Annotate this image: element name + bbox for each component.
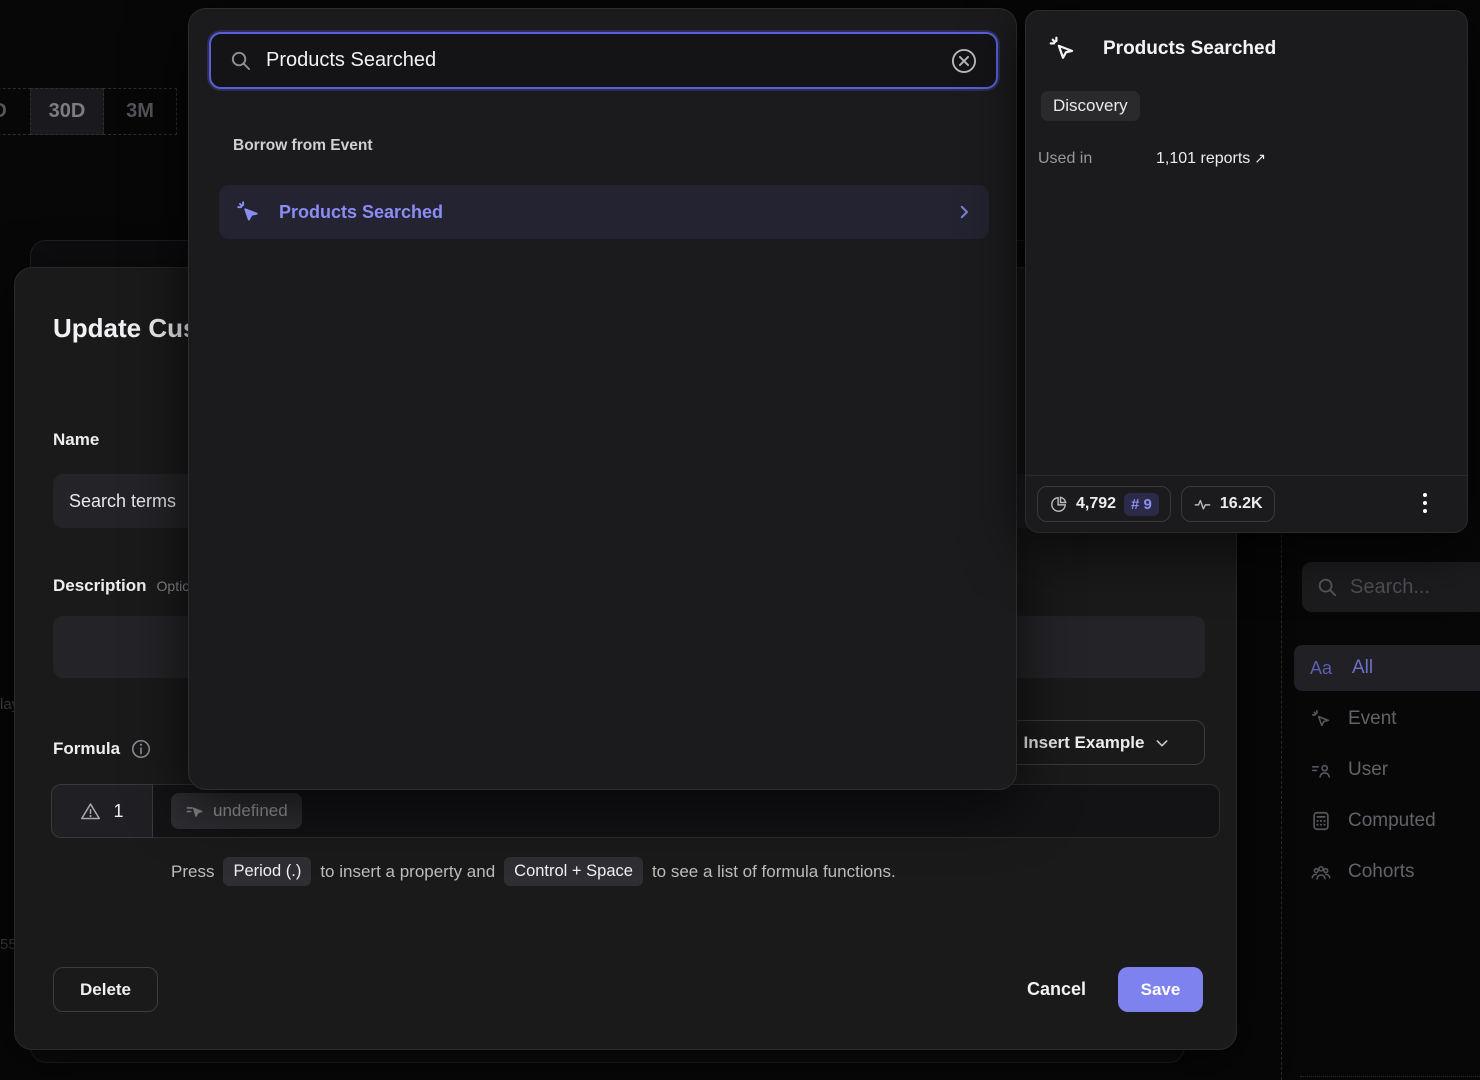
text-type-icon: Aa xyxy=(1310,658,1336,679)
time-range-segmented-control: 7D 30D 3M xyxy=(0,88,177,135)
time-range-7d[interactable]: 7D xyxy=(0,88,31,135)
total-events-chip[interactable]: 16.2K xyxy=(1181,486,1275,522)
formula-editor-row: 1 undefined xyxy=(51,784,1220,838)
insert-example-label: Insert Example xyxy=(1024,733,1145,753)
panel-divider xyxy=(1281,535,1282,1080)
modal-actions: Cancel Save xyxy=(1027,967,1203,1012)
formula-warning-gutter[interactable]: 1 xyxy=(51,784,153,838)
info-icon[interactable] xyxy=(130,738,152,760)
details-title: Products Searched xyxy=(1103,38,1276,60)
stat-value: 4,792 xyxy=(1076,495,1116,513)
used-in-label: Used in xyxy=(1038,150,1156,168)
kbd-control-space: Control + Space xyxy=(504,857,643,886)
formula-label: Formula xyxy=(53,738,152,760)
details-header: Products Searched xyxy=(1047,34,1276,64)
used-in-reports-link[interactable]: 1,101 reports xyxy=(1156,150,1250,168)
event-icon xyxy=(1310,708,1332,730)
search-icon xyxy=(229,49,252,72)
event-result-row[interactable]: Products Searched xyxy=(219,185,989,239)
time-range-3m[interactable]: 3M xyxy=(103,88,177,135)
kbd-period: Period (.) xyxy=(223,857,311,886)
filter-item-user[interactable]: User xyxy=(1294,747,1480,793)
more-options-button[interactable] xyxy=(1413,488,1437,518)
activity-icon xyxy=(1193,495,1212,514)
chevron-right-icon xyxy=(955,203,973,221)
hint-text: Press xyxy=(171,862,214,882)
insert-example-button[interactable]: Insert Example xyxy=(989,720,1205,765)
hint-text: to see a list of formula functions. xyxy=(652,862,896,882)
save-button[interactable]: Save xyxy=(1118,967,1203,1012)
warning-count: 1 xyxy=(113,801,123,822)
rank-badge: # 9 xyxy=(1124,493,1159,516)
chevron-down-icon xyxy=(1154,735,1170,751)
computed-icon xyxy=(1310,810,1332,832)
description-label: Description Optional xyxy=(53,576,209,596)
filter-item-label: All xyxy=(1352,657,1373,679)
filter-item-event[interactable]: Event xyxy=(1294,696,1480,742)
user-icon xyxy=(1310,759,1332,781)
filter-item-all[interactable]: Aa All xyxy=(1294,645,1480,691)
search-icon xyxy=(1316,576,1338,598)
pie-chart-icon xyxy=(1049,495,1068,514)
formula-token-label: undefined xyxy=(213,801,288,821)
time-range-30d[interactable]: 30D xyxy=(30,88,104,135)
formula-input[interactable]: undefined xyxy=(153,784,1220,838)
event-result-label: Products Searched xyxy=(279,202,937,223)
event-search-input[interactable] xyxy=(266,49,936,72)
event-search-modal: Borrow from Event Products Searched xyxy=(188,8,1017,790)
formula-token-chip[interactable]: undefined xyxy=(171,793,302,829)
property-type-list: Aa All Event User Computed Cohorts xyxy=(1294,645,1480,900)
event-search-input-wrap xyxy=(209,32,998,89)
warning-icon xyxy=(80,801,101,822)
property-search-input[interactable]: Search... xyxy=(1302,562,1480,612)
delete-button[interactable]: Delete xyxy=(53,967,158,1012)
clear-search-button[interactable] xyxy=(950,47,978,75)
used-in-row: Used in 1,101 reports ↗ xyxy=(1038,150,1266,168)
stat-value: 16.2K xyxy=(1220,495,1263,513)
event-icon xyxy=(1047,34,1077,64)
description-label-text: Description xyxy=(53,576,147,596)
custom-event-icon xyxy=(185,802,204,821)
close-circle-icon xyxy=(950,47,978,75)
hint-text: to insert a property and xyxy=(320,862,495,882)
filter-item-computed[interactable]: Computed xyxy=(1294,798,1480,844)
app-screen: 7D 30D 3M lay 55 Search... Aa All Event … xyxy=(0,0,1480,1080)
search-placeholder: Search... xyxy=(1350,576,1430,599)
event-icon xyxy=(235,199,261,225)
filter-item-label: Event xyxy=(1348,708,1397,730)
filter-item-label: Computed xyxy=(1348,810,1436,832)
details-footer: 4,792 # 9 16.2K xyxy=(1026,475,1467,532)
filter-item-label: User xyxy=(1348,759,1388,781)
event-details-panel: Products Searched Discovery Used in 1,10… xyxy=(1025,10,1468,533)
panel-divider-bottom xyxy=(1300,1076,1480,1077)
external-link-icon: ↗ xyxy=(1254,150,1266,168)
formula-label-text: Formula xyxy=(53,739,120,759)
filter-item-label: Cohorts xyxy=(1348,861,1415,883)
category-badge: Discovery xyxy=(1041,91,1140,121)
borrow-from-event-header: Borrow from Event xyxy=(233,137,373,155)
name-label: Name xyxy=(53,430,99,450)
cohorts-icon xyxy=(1310,861,1332,883)
unique-users-chip[interactable]: 4,792 # 9 xyxy=(1037,486,1171,522)
formula-hint: Press Period (.) to insert a property an… xyxy=(171,857,896,886)
cancel-button[interactable]: Cancel xyxy=(1027,979,1086,1000)
filter-item-cohorts[interactable]: Cohorts xyxy=(1294,849,1480,895)
